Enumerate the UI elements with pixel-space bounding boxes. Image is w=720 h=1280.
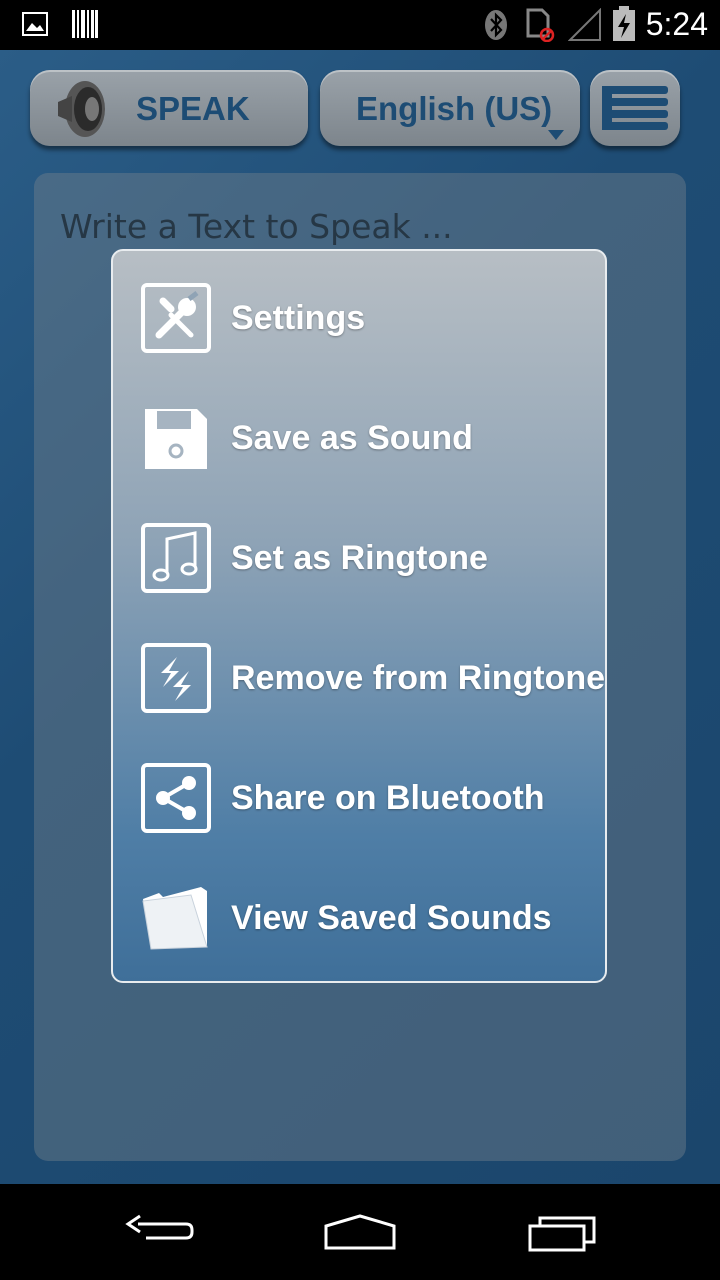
share-icon [141, 763, 211, 833]
menu-item-share-on-bluetooth[interactable]: Share on Bluetooth [113, 733, 605, 853]
wrench-screwdriver-icon [141, 283, 211, 353]
refresh-arrows-icon [141, 643, 211, 713]
menu-item-label: Save as Sound [231, 419, 473, 457]
text-placeholder: Write a Text to Speak ... [60, 207, 453, 246]
menu-item-settings[interactable]: Settings [113, 253, 605, 373]
bluetooth-icon [485, 10, 507, 40]
menu-item-remove-from-ringtone[interactable]: Remove from Ringtone [113, 613, 606, 733]
menu-item-label: Set as Ringtone [231, 539, 488, 577]
gallery-notification-icon [22, 12, 48, 36]
speak-label: SPEAK [136, 90, 250, 127]
folder-icon [142, 887, 208, 950]
clock: 5:24 [645, 6, 708, 42]
signal-empty-icon [568, 8, 601, 41]
chevron-down-icon [548, 130, 564, 140]
battery-charging-icon [613, 6, 635, 41]
menu-item-label: View Saved Sounds [231, 899, 552, 937]
speaker-icon [58, 81, 105, 137]
menu-item-label: Remove from Ringtone [231, 659, 606, 697]
no-sim-icon [526, 8, 555, 42]
menu-item-set-as-ringtone[interactable]: Set as Ringtone [113, 493, 605, 613]
menu-item-label: Share on Bluetooth [231, 779, 545, 817]
menu-button[interactable] [590, 70, 680, 146]
speak-button[interactable]: SPEAK [30, 70, 308, 146]
language-dropdown[interactable]: English (US) [320, 70, 580, 146]
app-screen: SPEAK English (US) Write a Text to Speak… [0, 50, 720, 1184]
language-label: English (US) [356, 90, 553, 127]
floppy-disk-icon [145, 409, 207, 469]
menu-item-label: Settings [231, 299, 366, 337]
list-menu-icon [602, 86, 668, 130]
back-icon[interactable] [124, 1214, 196, 1254]
options-menu: Settings Save as Sound Set as Ringtone R… [111, 249, 607, 983]
status-bar: 5:24 [0, 0, 720, 50]
menu-item-view-saved-sounds[interactable]: View Saved Sounds [113, 853, 605, 973]
barcode-notification-icon [72, 10, 98, 38]
menu-item-save-as-sound[interactable]: Save as Sound [113, 373, 605, 493]
home-icon[interactable] [322, 1212, 398, 1252]
navigation-bar [0, 1184, 720, 1280]
music-note-icon [141, 523, 211, 593]
recents-icon[interactable] [526, 1214, 598, 1254]
